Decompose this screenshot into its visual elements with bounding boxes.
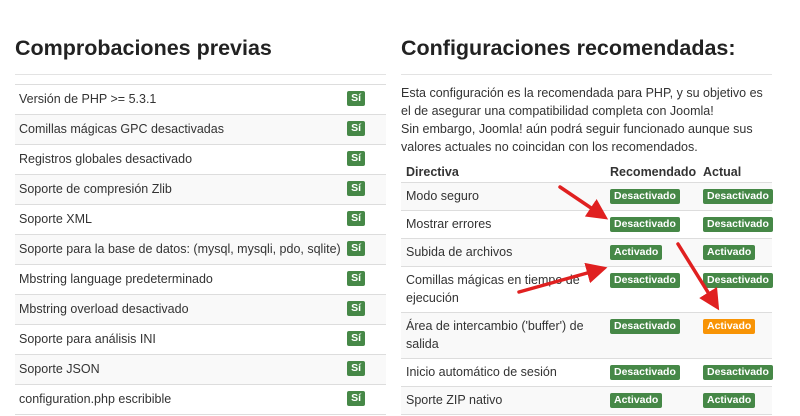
table-row: Soporte de compresión Zlib Sí [15, 174, 386, 204]
table-row: Soporte para análisis INI Sí [15, 324, 386, 354]
actual-badge: Activado [703, 245, 756, 260]
status-badge: Sí [347, 91, 365, 106]
header-directive: Directiva [406, 165, 459, 179]
table-row: Soporte JSON Sí [15, 354, 386, 384]
title-divider [15, 74, 386, 75]
table-row: Sporte ZIP nativo Activado Activado [401, 386, 772, 415]
table-row: Soporte para la base de datos: (mysql, m… [15, 234, 386, 264]
recommended-title: Configuraciones recomendadas: [401, 36, 736, 60]
status-badge: Sí [347, 271, 365, 286]
check-label: Versión de PHP >= 5.3.1 [19, 92, 157, 106]
table-row: Comillas mágicas GPC desactivadas Sí [15, 114, 386, 144]
table-row: configuration.php escribible Sí [15, 384, 386, 415]
directive-label: Mostrar errores [406, 217, 492, 231]
status-badge: Sí [347, 211, 365, 226]
check-label: Mbstring overload desactivado [19, 302, 189, 316]
actual-badge: Desactivado [703, 365, 773, 380]
table-row: Mostrar errores Desactivado Desactivado [401, 210, 773, 238]
directive-label: Sporte ZIP nativo [406, 393, 503, 407]
table-row: Soporte XML Sí [15, 204, 386, 234]
table-row: Subida de archivos Activado Activado [401, 238, 772, 266]
actual-badge: Activado [703, 393, 756, 408]
intro-paragraph: Esta configuración es la recomendada par… [401, 86, 763, 118]
recommended-badge: Desactivado [610, 273, 680, 288]
intro-text: Esta configuración es la recomendada par… [401, 84, 772, 156]
intro-paragraph: Sin embargo, Joomla! aún podrá seguir fu… [401, 122, 753, 154]
status-badge: Sí [347, 361, 365, 376]
check-label: Registros globales desactivado [19, 152, 193, 166]
title-divider [401, 74, 772, 75]
header-actual: Actual [703, 165, 742, 179]
status-badge: Sí [347, 331, 365, 346]
check-label: Soporte XML [19, 212, 92, 226]
status-badge: Sí [347, 151, 365, 166]
table-row: Mbstring language predeterminado Sí [15, 264, 386, 294]
table-header: Directiva Recomendado Actual [401, 162, 772, 182]
recommended-badge: Desactivado [610, 319, 680, 334]
actual-badge: Desactivado [703, 273, 773, 288]
prechecks-table: Versión de PHP >= 5.3.1 Sí Comillas mágic… [15, 84, 386, 415]
check-label: configuration.php escribible [19, 392, 172, 406]
table-row: Inicio automático de sesión Desactivado … [401, 358, 773, 386]
table-row: Mbstring overload desactivado Sí [15, 294, 386, 324]
table-row: Versión de PHP >= 5.3.1 Sí [15, 84, 386, 114]
check-label: Soporte para la base de datos: (mysql, m… [19, 242, 341, 256]
actual-badge: Desactivado [703, 217, 773, 232]
check-label: Soporte para análisis INI [19, 332, 156, 346]
status-badge: Sí [347, 121, 365, 136]
actual-badge: Desactivado [703, 189, 773, 204]
recommended-badge: Desactivado [610, 217, 680, 232]
directive-label: Modo seguro [406, 189, 479, 203]
check-label: Soporte JSON [19, 362, 100, 376]
recommended-badge: Activado [610, 393, 663, 408]
directive-label: Comillas mágicas en tiempo de ejecución [406, 273, 580, 305]
check-label: Mbstring language predeterminado [19, 272, 213, 286]
recommended-badge: Desactivado [610, 365, 680, 380]
table-row: Registros globales desactivado Sí [15, 144, 386, 174]
directive-label: Subida de archivos [406, 245, 513, 259]
actual-badge: Activado [703, 319, 756, 334]
status-badge: Sí [347, 181, 365, 196]
table-row: Modo seguro Desactivado Desactivado [401, 182, 773, 210]
directive-label: Inicio automático de sesión [406, 365, 557, 379]
prechecks-title: Comprobaciones previas [15, 36, 272, 60]
recommended-badge: Desactivado [610, 189, 680, 204]
check-label: Soporte de compresión Zlib [19, 182, 172, 196]
status-badge: Sí [347, 241, 365, 256]
status-badge: Sí [347, 391, 365, 406]
recommended-badge: Activado [610, 245, 663, 260]
check-label: Comillas mágicas GPC desactivadas [19, 122, 224, 136]
header-recommended: Recomendado [610, 165, 697, 179]
recommended-table: Directiva Recomendado Actual Modo seguro… [401, 162, 773, 415]
table-row: Área de intercambio ('buffer') de salida… [401, 312, 772, 358]
directive-label: Área de intercambio ('buffer') de salida [406, 319, 584, 351]
table-row: Comillas mágicas en tiempo de ejecución … [401, 266, 773, 312]
status-badge: Sí [347, 301, 365, 316]
